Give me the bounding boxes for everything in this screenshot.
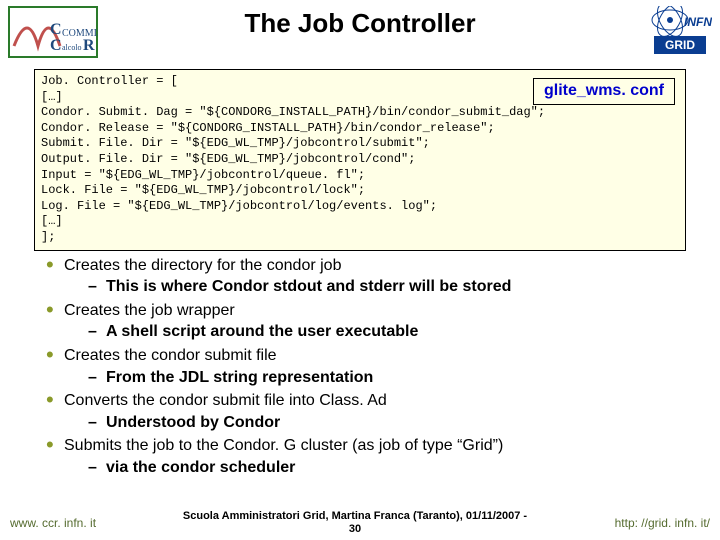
bullet-text: Creates the condor submit file: [64, 347, 277, 364]
svg-text:INFN: INFN: [684, 15, 712, 29]
code-line: Lock. File = "${EDG_WL_TMP}/jobcontrol/l…: [41, 183, 679, 199]
sub-bullet: via the condor scheduler: [88, 457, 686, 479]
code-line: Condor. Release = "${CONDORG_INSTALL_PAT…: [41, 121, 679, 137]
svg-text:C: C: [50, 37, 62, 54]
bullet-list: Creates the directory for the condor job…: [46, 255, 686, 479]
sub-bullet: A shell script around the user executabl…: [88, 321, 686, 343]
code-line: Condor. Submit. Dag = "${CONDORG_INSTALL…: [41, 105, 679, 121]
sub-bullet: This is where Condor stdout and stderr w…: [88, 276, 686, 298]
list-item: Creates the condor submit file From the …: [46, 345, 686, 388]
footer-right-link[interactable]: http: //grid. infn. it/: [580, 516, 710, 530]
svg-text:alcolo: alcolo: [62, 43, 82, 52]
code-line: ];: [41, 230, 679, 246]
code-line: […]: [41, 214, 679, 230]
bullet-text: Creates the job wrapper: [64, 302, 235, 319]
svg-text:R: R: [83, 37, 95, 54]
bullet-text: Submits the job to the Condor. G cluster…: [64, 437, 503, 454]
list-item: Creates the job wrapper A shell script a…: [46, 300, 686, 343]
config-codebox: glite_wms. conf Job. Controller = [ […] …: [34, 69, 686, 251]
code-line: Log. File = "${EDG_WL_TMP}/jobcontrol/lo…: [41, 199, 679, 215]
footer-center: Scuola Amministratori Grid, Martina Fran…: [130, 510, 580, 536]
sub-bullet: From the JDL string representation: [88, 367, 686, 389]
list-item: Submits the job to the Condor. G cluster…: [46, 435, 686, 478]
footer-left-link[interactable]: www. ccr. infn. it: [10, 516, 130, 530]
list-item: Creates the directory for the condor job…: [46, 255, 686, 298]
bullet-text: Creates the directory for the condor job: [64, 257, 341, 274]
logo-left: C COMMISSIONE C alcolo R: [8, 6, 103, 63]
svg-text:GRID: GRID: [665, 38, 695, 52]
config-filename-label: glite_wms. conf: [533, 78, 675, 105]
list-item: Converts the condor submit file into Cla…: [46, 390, 686, 433]
logo-right: INFN GRID: [617, 6, 712, 58]
code-line: Output. File. Dir = "${EDG_WL_TMP}/jobco…: [41, 152, 679, 168]
footer-center-line1: Scuola Amministratori Grid, Martina Fran…: [183, 510, 527, 522]
footer-page-number: 30: [349, 523, 361, 535]
page-title: The Job Controller: [103, 6, 617, 39]
sub-bullet: Understood by Condor: [88, 412, 686, 434]
footer: www. ccr. infn. it Scuola Amministratori…: [0, 508, 720, 540]
svg-text:C: C: [50, 21, 62, 38]
code-line: Input = "${EDG_WL_TMP}/jobcontrol/queue.…: [41, 168, 679, 184]
code-line: Submit. File. Dir = "${EDG_WL_TMP}/jobco…: [41, 136, 679, 152]
bullet-text: Converts the condor submit file into Cla…: [64, 392, 387, 409]
